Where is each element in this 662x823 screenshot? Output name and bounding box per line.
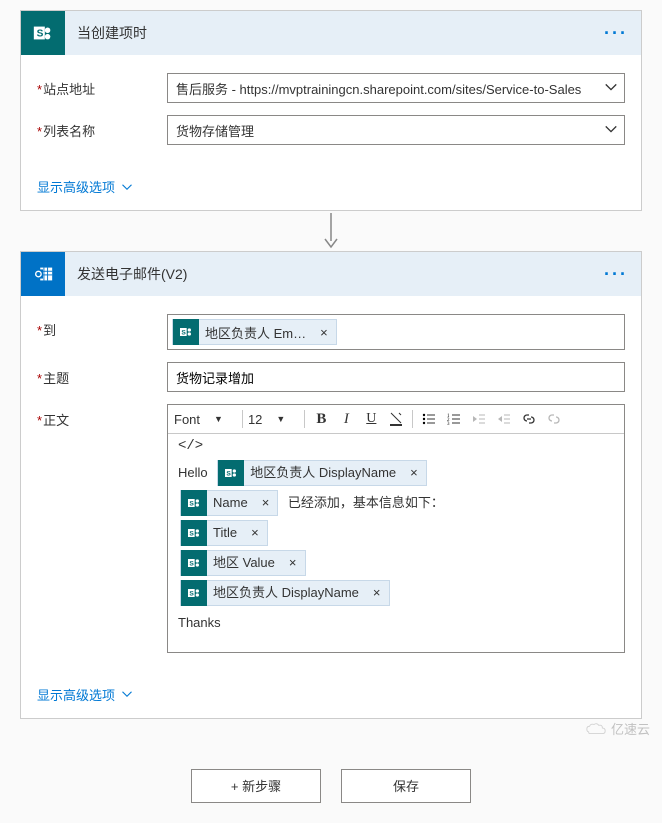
site-address-select[interactable]: 售后服务 - https://mvptrainingcn.sharepoint.…	[167, 73, 625, 103]
svg-text:S: S	[189, 561, 194, 568]
numbered-list-button[interactable]: 123	[443, 408, 465, 430]
rte-body[interactable]: Hello S地区负责人 DisplayName× SName× 已经添加，基本…	[168, 454, 624, 652]
color-button[interactable]	[385, 408, 407, 430]
bulleted-list-button[interactable]	[418, 408, 440, 430]
list-name-label: *列表名称	[37, 115, 167, 140]
sharepoint-icon: S	[181, 520, 207, 546]
code-view-toggle[interactable]: </>	[168, 434, 624, 454]
svg-text:S: S	[181, 330, 186, 337]
list-name-select[interactable]: 货物存储管理	[167, 115, 625, 145]
dynamic-token[interactable]: SName×	[180, 490, 278, 516]
trigger-card: S 当创建项时 ··· *站点地址 售后服务 - https://mvptrai…	[20, 10, 642, 211]
bold-button[interactable]: B	[310, 408, 332, 430]
svg-text:3: 3	[447, 422, 450, 427]
action-header[interactable]: 发送电子邮件(V2) ···	[21, 252, 641, 296]
remove-token-button[interactable]: ×	[243, 518, 267, 548]
rich-text-editor: Font▼ 12▼ B I U 123	[167, 404, 625, 653]
dynamic-token[interactable]: S地区负责人 DisplayName×	[180, 580, 390, 606]
subject-input[interactable]	[167, 362, 625, 392]
trigger-menu-button[interactable]: ···	[601, 23, 631, 44]
svg-text:S: S	[37, 29, 44, 40]
trigger-title: 当创建项时	[65, 23, 601, 43]
sharepoint-icon: S	[21, 11, 65, 55]
remove-token-button[interactable]: ×	[402, 458, 426, 488]
sharepoint-icon: S	[218, 460, 244, 486]
trigger-advanced-toggle[interactable]: 显示高级选项	[37, 177, 133, 196]
dynamic-token[interactable]: S地区负责人 DisplayName×	[217, 460, 427, 486]
underline-button[interactable]: U	[360, 408, 382, 430]
sharepoint-icon: S	[181, 490, 207, 516]
action-card: 发送电子邮件(V2) ··· *到 S 地区负责人 Em… × *主题	[20, 251, 642, 719]
remove-token-button[interactable]: ×	[365, 578, 389, 608]
remove-token-button[interactable]: ×	[312, 325, 336, 340]
font-select[interactable]: Font▼	[174, 412, 237, 427]
svg-text:S: S	[189, 501, 194, 508]
to-label: *到	[37, 314, 167, 339]
subject-label: *主题	[37, 362, 167, 387]
save-button[interactable]: 保存	[341, 769, 471, 803]
flow-arrow	[0, 211, 662, 251]
svg-text:S: S	[189, 531, 194, 538]
new-step-button[interactable]: + 新步骤	[191, 769, 321, 803]
to-input[interactable]: S 地区负责人 Em… ×	[167, 314, 625, 350]
svg-text:S: S	[227, 471, 232, 478]
sharepoint-icon: S	[181, 580, 207, 606]
svg-text:S: S	[189, 591, 194, 598]
chevron-down-icon	[121, 181, 133, 193]
rte-toolbar: Font▼ 12▼ B I U 123	[168, 405, 624, 434]
size-select[interactable]: 12▼	[248, 412, 299, 427]
dynamic-token[interactable]: STitle×	[180, 520, 268, 546]
outdent-button	[468, 408, 490, 430]
remove-token-button[interactable]: ×	[281, 548, 305, 578]
indent-button	[493, 408, 515, 430]
chevron-down-icon	[121, 688, 133, 700]
site-address-label: *站点地址	[37, 73, 167, 98]
dynamic-token[interactable]: S地区 Value×	[180, 550, 306, 576]
chevron-down-icon	[604, 122, 618, 136]
unlink-button	[543, 408, 565, 430]
body-label: *正文	[37, 404, 167, 429]
action-advanced-toggle[interactable]: 显示高级选项	[37, 685, 133, 704]
watermark: 亿速云	[585, 719, 650, 738]
trigger-header[interactable]: S 当创建项时 ···	[21, 11, 641, 55]
action-menu-button[interactable]: ···	[601, 264, 631, 285]
sharepoint-icon: S	[181, 550, 207, 576]
link-button[interactable]	[518, 408, 540, 430]
italic-button[interactable]: I	[335, 408, 357, 430]
outlook-icon	[21, 252, 65, 296]
chevron-down-icon	[604, 80, 618, 94]
remove-token-button[interactable]: ×	[254, 488, 278, 518]
action-title: 发送电子邮件(V2)	[65, 264, 601, 284]
sharepoint-icon: S	[173, 319, 199, 345]
dynamic-token[interactable]: S 地区负责人 Em… ×	[172, 319, 337, 345]
